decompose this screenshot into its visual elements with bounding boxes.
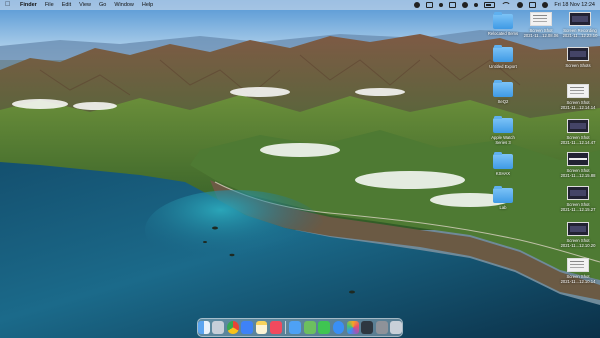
desktop-icon-label: Screen Shot 2021-11...12.14.47: [560, 135, 596, 145]
system-preferences-icon[interactable]: [375, 321, 388, 334]
folder-icon: [493, 116, 513, 133]
record-icon[interactable]: [439, 3, 444, 7]
desktop-icon-label: Screen Recording 2021-11...12.23.10: [562, 28, 598, 38]
screenshot-thumbnail-icon: [567, 152, 589, 166]
menu-app-name[interactable]: Finder: [20, 0, 37, 10]
menu-clock[interactable]: Fri 18 Nov 12:24: [554, 2, 595, 8]
screenshot-thumbnail-icon: [567, 47, 589, 61]
wallet-icon[interactable]: [361, 321, 374, 334]
desktop-icon-screen-shot[interactable]: Screen Shot 2021-11...12.14.14: [558, 82, 598, 110]
trash-icon[interactable]: [390, 321, 403, 334]
folder-icon: [493, 186, 513, 203]
desktop-icon-label: Screen Shot 2021-11...12.15.27: [560, 202, 596, 212]
desktop-icon-label: SeQ2: [497, 99, 509, 104]
mail-icon[interactable]: [289, 321, 302, 334]
vpn-icon[interactable]: [462, 2, 469, 8]
menu-view[interactable]: View: [79, 0, 91, 10]
folder-icon: [493, 45, 513, 62]
display-icon[interactable]: [449, 2, 457, 8]
screenshot-thumbnail-icon: [567, 258, 589, 272]
finder-icon[interactable]: [197, 321, 210, 334]
safari-icon[interactable]: [332, 321, 345, 334]
desktop-icon-label: Lab: [499, 205, 507, 210]
folder-icon: [493, 80, 513, 97]
photos-icon[interactable]: [346, 321, 359, 334]
screenshot-thumbnail-icon: [530, 12, 552, 26]
desktop-icon-relocated-items[interactable]: Relocated Items: [483, 12, 523, 36]
folder-icon: [493, 12, 513, 29]
notes-icon[interactable]: [255, 321, 268, 334]
desktop-icon-screen-shot[interactable]: Screen Shot 2021-11...12.14.47: [558, 117, 598, 145]
app-store-icon[interactable]: [241, 321, 254, 334]
screenshot-thumbnail-icon: [567, 84, 589, 98]
desktop-icon-untitled-export[interactable]: Untitled Export: [483, 45, 523, 69]
desktop-icon-label: KSHAX: [495, 171, 511, 176]
music-icon[interactable]: [269, 321, 282, 334]
screenshot-thumbnail-icon: [567, 186, 589, 200]
desktop-icon-screen-shots[interactable]: Screen Shots: [558, 45, 598, 68]
battery-icon[interactable]: [484, 2, 496, 8]
menu-window[interactable]: Window: [114, 0, 134, 10]
desktop-icon-seq2[interactable]: SeQ2: [483, 80, 523, 104]
screenshot-thumbnail-icon: [567, 119, 589, 133]
desktop-icon-screen-shot[interactable]: Screen Shot 2021-11...12.10.14: [558, 256, 598, 284]
chrome-icon[interactable]: [226, 321, 239, 334]
folder-icon: [493, 152, 513, 169]
desktop-icon-label: Screen Shot 2021-11...12.15.88: [560, 168, 596, 178]
desktop-icon-screen-shot[interactable]: Screen Shot 2021-11...12.10.20: [558, 220, 598, 248]
menu-help[interactable]: Help: [142, 0, 153, 10]
desktop-icon-screen-shot[interactable]: Screen Shot 2021-11...12.15.88: [558, 150, 598, 178]
desktop-icon-screen-recording[interactable]: Screen Recording 2021-11...12.23.10: [560, 10, 600, 38]
maps-icon[interactable]: [303, 321, 316, 334]
dock-separator: [285, 321, 286, 334]
desktop-icon-lab[interactable]: Lab: [483, 186, 523, 210]
status-app-icon[interactable]: [414, 2, 421, 8]
menu-file[interactable]: File: [45, 0, 54, 10]
desktop-icon-label: Screen Shot 2021-11...12.14.14: [560, 100, 596, 110]
desktop[interactable]:  Finder File Edit View Go Window Help F…: [0, 0, 600, 338]
screenshot-thumbnail-icon: [567, 222, 589, 236]
desktop-icon-label: Apple Watch Series 3: [491, 135, 515, 145]
desktop-icon-screen-shot[interactable]: Screen Shot 2021-11...12.08.06: [521, 10, 561, 38]
desktop-icon-label: Screen Shot 2021-11...12.10.14: [560, 274, 596, 284]
bluetooth-icon[interactable]: [474, 3, 479, 7]
launchpad-icon[interactable]: [212, 321, 225, 334]
desktop-icon-label: Relocated Items: [487, 31, 519, 36]
desktop-icon-screen-shot[interactable]: Screen Shot 2021-11...12.15.27: [558, 184, 598, 212]
facetime-icon[interactable]: [318, 321, 331, 334]
dock: [197, 318, 403, 337]
desktop-icon-label: Screen Shots: [565, 63, 591, 68]
apple-menu-icon[interactable]: : [5, 1, 12, 9]
desktop-icon-label: Screen Shot 2021-11...12.08.06: [523, 28, 559, 38]
desktop-icon-apple-watch[interactable]: Apple Watch Series 3: [483, 116, 523, 145]
wifi-icon[interactable]: [501, 2, 512, 8]
spotlight-icon[interactable]: [517, 2, 524, 8]
desktop-icon-label: Screen Shot 2021-11...12.10.20: [560, 238, 596, 248]
menu-edit[interactable]: Edit: [62, 0, 71, 10]
menu-bar:  Finder File Edit View Go Window Help F…: [0, 0, 600, 10]
desktop-icon-label: Untitled Export: [489, 64, 517, 69]
desktop-icon-kshax[interactable]: KSHAX: [483, 152, 523, 176]
control-center-icon[interactable]: [529, 2, 537, 8]
siri-icon[interactable]: [542, 2, 549, 8]
video-thumbnail-icon: [569, 12, 591, 26]
screen-icon[interactable]: [426, 2, 434, 8]
menu-go[interactable]: Go: [99, 0, 106, 10]
